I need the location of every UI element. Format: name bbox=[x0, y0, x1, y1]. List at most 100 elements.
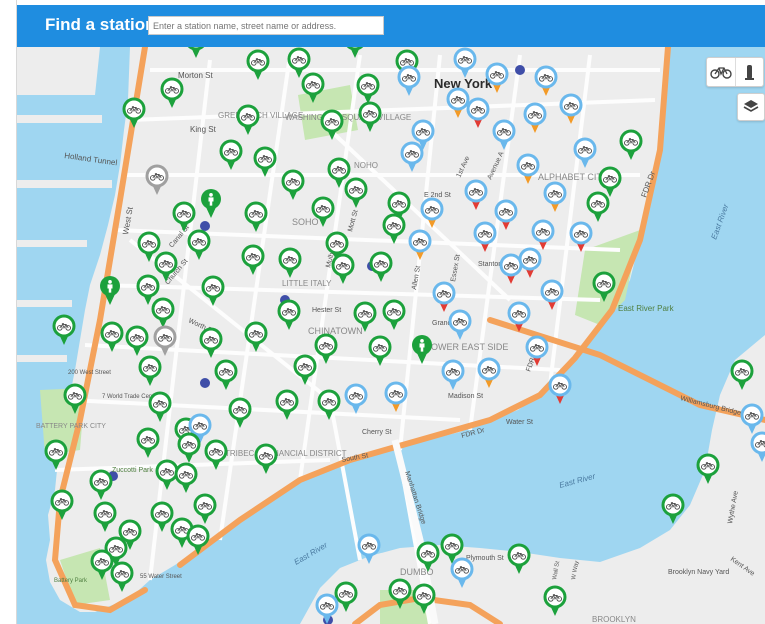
pin-head bbox=[661, 493, 685, 517]
layers-icon bbox=[743, 100, 759, 112]
left-frame bbox=[0, 0, 17, 624]
pin-head bbox=[586, 191, 610, 215]
layers-button[interactable] bbox=[737, 93, 765, 121]
pin-head bbox=[317, 389, 341, 413]
map-label: Brooklyn Navy Yard bbox=[668, 569, 729, 576]
pier bbox=[17, 355, 67, 362]
pin-head bbox=[592, 271, 616, 295]
pin-head bbox=[740, 403, 764, 427]
map-label: NOHO bbox=[354, 161, 378, 170]
map-label: E 2nd St bbox=[424, 192, 451, 199]
pin-head bbox=[110, 561, 134, 585]
pin-head bbox=[277, 299, 301, 323]
map-area[interactable]: New York Morton St King St Holland Tunne… bbox=[17, 47, 765, 624]
pin-head bbox=[172, 201, 196, 225]
pin-head bbox=[448, 309, 472, 333]
pin-head bbox=[730, 359, 754, 383]
pin-head bbox=[464, 179, 488, 203]
bike-mode-button[interactable] bbox=[707, 58, 735, 86]
pin-head bbox=[516, 153, 540, 177]
pin-head bbox=[548, 373, 572, 397]
pin-head bbox=[543, 585, 567, 609]
pin-head bbox=[236, 104, 260, 128]
pin-head bbox=[44, 439, 68, 463]
pier bbox=[17, 300, 72, 307]
pin-head bbox=[122, 97, 146, 121]
map-label: 200 West Street bbox=[68, 370, 111, 376]
pin-head bbox=[382, 299, 406, 323]
pin-head bbox=[507, 301, 531, 325]
map-label: SOHO bbox=[292, 217, 319, 227]
pin-head bbox=[598, 166, 622, 190]
map-label: Cherry St bbox=[362, 429, 392, 436]
pin-head bbox=[543, 181, 567, 205]
app-window: Find a station Enter a station name, str… bbox=[0, 0, 765, 624]
map-canvas[interactable]: New York Morton St King St Holland Tunne… bbox=[17, 47, 765, 624]
pin-head bbox=[420, 197, 444, 221]
pin-head bbox=[477, 357, 501, 381]
pin-head bbox=[314, 333, 338, 357]
pin-head bbox=[204, 439, 228, 463]
map-label: LOWER EAST SIDE bbox=[426, 342, 508, 352]
pin-head bbox=[534, 65, 558, 89]
pin-head bbox=[90, 549, 114, 573]
pin-head bbox=[137, 231, 161, 255]
pin-head bbox=[186, 524, 210, 548]
pin-head bbox=[253, 146, 277, 170]
pin-head bbox=[287, 47, 311, 71]
map-label: Zuccotti Park bbox=[112, 467, 153, 474]
pin-head bbox=[174, 462, 198, 486]
pin-head bbox=[559, 93, 583, 117]
pin-head bbox=[696, 453, 720, 477]
map-label: CHINATOWN bbox=[308, 326, 363, 336]
pin-head bbox=[387, 191, 411, 215]
header-bar: Find a station bbox=[17, 5, 765, 47]
pin-head bbox=[154, 251, 178, 275]
pin-head bbox=[246, 49, 270, 73]
map-label: East River Park bbox=[618, 304, 675, 313]
pin-head bbox=[446, 87, 470, 111]
pin-head bbox=[388, 578, 412, 602]
pin-head bbox=[151, 297, 175, 321]
pin-head bbox=[397, 65, 421, 89]
pier bbox=[17, 180, 112, 188]
pin-head bbox=[411, 119, 435, 143]
page-title: Find a station bbox=[45, 15, 156, 34]
map-label: Stanton bbox=[478, 261, 502, 268]
pin-head bbox=[358, 101, 382, 125]
pin-head bbox=[93, 501, 117, 525]
pin-head bbox=[160, 77, 184, 101]
pin-head bbox=[400, 141, 424, 165]
pin-head bbox=[408, 229, 432, 253]
map-label: BATTERY PARK CITY bbox=[36, 423, 106, 430]
pin-head bbox=[369, 251, 393, 275]
pin-head bbox=[315, 593, 339, 617]
pin-head bbox=[466, 97, 490, 121]
map-label: BROOKLYN bbox=[592, 615, 636, 624]
dock-icon bbox=[745, 65, 754, 80]
map-label: Morton St bbox=[178, 71, 213, 80]
dock-mode-button[interactable] bbox=[735, 58, 764, 86]
pin-head bbox=[492, 119, 516, 143]
pin-head bbox=[450, 557, 474, 581]
pin-head bbox=[525, 335, 549, 359]
map-label: ALPHABET CITY bbox=[538, 172, 608, 182]
pin-head bbox=[518, 247, 542, 271]
pier bbox=[17, 115, 102, 123]
pin-head bbox=[150, 501, 174, 525]
pin-head bbox=[219, 139, 243, 163]
pin-head bbox=[136, 274, 160, 298]
pin-head bbox=[507, 543, 531, 567]
pin-head bbox=[214, 359, 238, 383]
pin-head bbox=[145, 164, 169, 188]
pin-head bbox=[254, 443, 278, 467]
pin-head bbox=[334, 581, 358, 605]
pin-head bbox=[100, 321, 124, 345]
pin-head bbox=[118, 519, 142, 543]
pin-head bbox=[244, 321, 268, 345]
pin-head bbox=[619, 129, 643, 153]
nj-land bbox=[17, 47, 100, 95]
pier bbox=[17, 240, 87, 247]
search-input[interactable] bbox=[148, 16, 384, 35]
pin-head bbox=[499, 253, 523, 277]
